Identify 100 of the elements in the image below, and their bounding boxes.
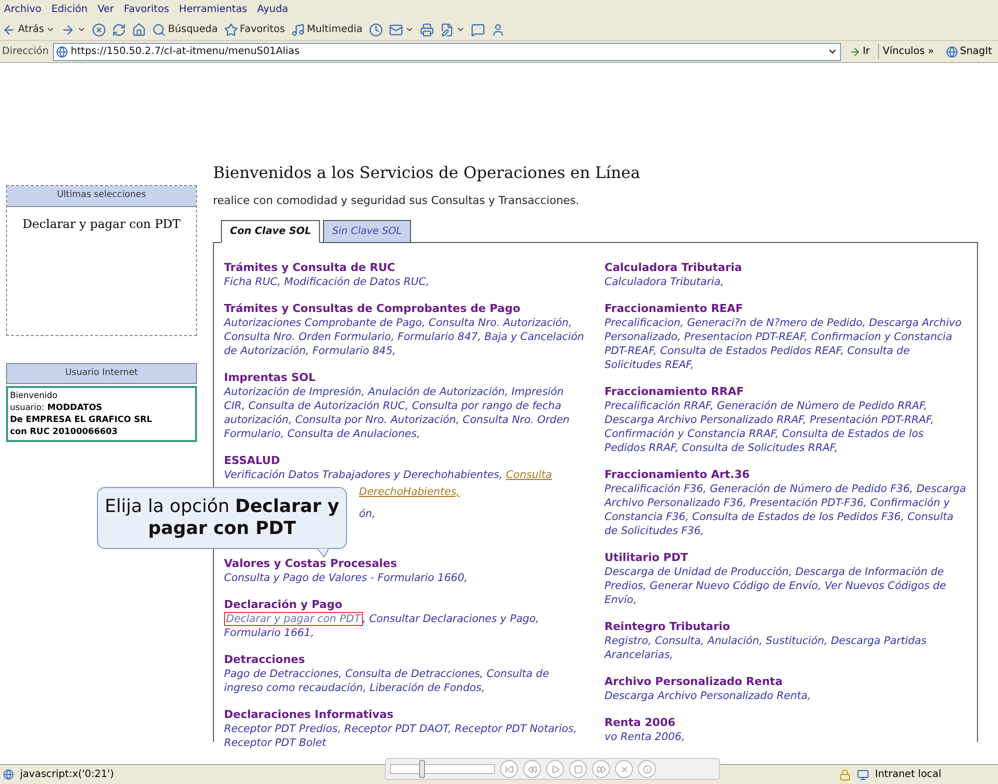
toolbar-button[interactable] xyxy=(470,22,485,36)
links-button[interactable]: Vínculos » xyxy=(878,44,938,59)
section-heading[interactable]: Valores y Costas Procesales xyxy=(224,556,397,570)
toolbar-button[interactable]: Favoritos xyxy=(224,22,285,37)
menu-item[interactable]: Ayuda xyxy=(257,2,288,17)
section-heading[interactable]: Declaración y Pago xyxy=(224,598,342,612)
toolbar-button[interactable] xyxy=(388,22,414,36)
section-heading[interactable]: Fraccionamiento RRAF xyxy=(604,384,744,398)
player-button[interactable] xyxy=(592,760,610,778)
caret-icon xyxy=(46,25,56,34)
link-list[interactable]: Calculadora Tributaria, xyxy=(604,274,967,288)
zone-text: Intranet local xyxy=(875,768,942,782)
player-button[interactable] xyxy=(638,760,656,778)
section-heading[interactable]: Imprentas SOL xyxy=(224,370,316,384)
search-icon xyxy=(152,22,166,36)
link-list[interactable]: ón, xyxy=(359,506,376,520)
section-heading[interactable]: Reintegro Tributario xyxy=(604,620,730,634)
menu-item[interactable]: Favoritos xyxy=(124,2,170,17)
user-panel-header: Usuario Internet xyxy=(6,362,197,384)
user-info-line: De EMPRESA EL GRAFICO SRL xyxy=(10,414,152,426)
toolbar-button[interactable] xyxy=(92,22,106,36)
panel-header: Ultimas selecciones xyxy=(7,186,196,206)
page-icon xyxy=(3,769,14,780)
toolbar-button[interactable] xyxy=(132,22,146,36)
toolbar-button[interactable] xyxy=(112,22,126,36)
tab[interactable]: Con Clave SOL xyxy=(221,220,320,242)
link-list[interactable]: Pago de Detracciones, Consulta de Detracciones, Consulta de ingreso como recaudación, Liberación de Fondos, xyxy=(224,666,586,694)
link-list[interactable]: Registro, Consulta, Anulación, Sustitución, Descarga Partidas Arancelarias, xyxy=(604,634,967,662)
link-list[interactable]: Precalificación F36, Generación de Número de Pedido F36, Descarga Archivo Personalizado F36, Presentación PDT-F36, Confirmación y Constancia F36, Consulta de Estados de los Pedidos F36, Consulta de Solicitudes F36, xyxy=(604,482,967,538)
speech-bubble-icon xyxy=(470,22,485,36)
document-edit-icon xyxy=(440,22,454,36)
toolbar-button[interactable] xyxy=(440,22,465,36)
menu-item[interactable]: Ver xyxy=(98,2,114,17)
link-list[interactable]: Receptor PDT Predios, Receptor PDT DAOT, Receptor PDT Notarios, Receptor PDT Bolet xyxy=(224,722,586,750)
player-button[interactable] xyxy=(546,760,564,778)
music-note-icon xyxy=(290,22,305,36)
recent-item[interactable]: Declarar y pagar con PDT xyxy=(15,214,188,232)
slider-thumb[interactable] xyxy=(418,760,425,778)
link[interactable]: DerechoHabientes, xyxy=(359,484,460,498)
snagit-button[interactable]: SnagIt xyxy=(942,44,996,59)
address-label: Dirección xyxy=(2,45,49,59)
link-list[interactable]: Declarar y pagar con PDT , Consultar Declaraciones y Pago, Formulario 1661, xyxy=(224,612,586,640)
menu-item[interactable]: Herramientas xyxy=(179,2,248,17)
info-icon xyxy=(642,764,652,774)
caret-icon xyxy=(456,25,465,34)
link-list[interactable]: Descarga de Unidad de Producción, Descarga de Información de Predios, Generar Nuevo Código de Envío, Ver Nuevos Códigos de Envío, xyxy=(604,564,967,606)
player-button[interactable] xyxy=(523,760,541,778)
link-list[interactable]: Descarga Archivo Personalizado Renta, xyxy=(604,688,967,702)
section-heading[interactable]: Trámites y Consulta de RUC xyxy=(224,260,396,274)
menu-item[interactable]: Edición xyxy=(51,2,88,17)
stop-icon xyxy=(574,764,582,774)
section-heading[interactable]: Utilitario PDT xyxy=(604,550,688,564)
highlighted-link[interactable]: Declarar y pagar con PDT xyxy=(224,612,363,626)
clock-icon xyxy=(368,22,383,36)
toolbar-button[interactable] xyxy=(61,22,86,36)
player-button[interactable] xyxy=(500,760,518,778)
page-icon xyxy=(56,46,68,58)
user-info-line: con RUC 20100066603 xyxy=(10,426,118,438)
section-heading[interactable]: Renta 2006 xyxy=(604,716,676,730)
link-list[interactable]: Precalificacion, Generaci?n de N?mero de Pedido, Descarga Archivo Personalizado, Presentacion PDT-REAF, Confirmacion y Constancia PDT-REAF, Consulta de Estados Pedidos REAF, Consulta de Solicitudes REAF, xyxy=(604,316,967,372)
player-button[interactable] xyxy=(569,760,587,778)
page-title: Bienvenidos a los Servicios de Operaciones en Línea xyxy=(213,162,642,184)
url-text: https://150.50.2.7/cl-at-itmenu/menuS01Alias xyxy=(70,45,300,59)
section-heading[interactable]: Declaraciones Informativas xyxy=(224,708,394,722)
fast-forward-icon xyxy=(596,764,606,774)
toolbar-button[interactable]: Atrás xyxy=(2,22,56,37)
section-heading[interactable]: Trámites y Consultas de Comprobantes de Pago xyxy=(224,302,520,316)
toolbar-button[interactable]: Búsqueda xyxy=(152,22,218,37)
printer-icon xyxy=(420,22,434,36)
stop-icon xyxy=(92,22,106,36)
section-heading[interactable]: Detracciones xyxy=(224,652,305,666)
link[interactable]: Consulta xyxy=(506,468,552,480)
refresh-icon xyxy=(112,22,126,36)
section-heading[interactable]: ESSALUD xyxy=(224,454,280,468)
toolbar-button[interactable]: Multimedia xyxy=(290,22,363,37)
section-heading[interactable]: Fraccionamiento REAF xyxy=(604,302,743,316)
section-heading[interactable]: Fraccionamiento Art.36 xyxy=(604,468,750,482)
lock-icon xyxy=(839,768,851,780)
tab[interactable]: Sin Clave SOL xyxy=(323,220,411,242)
link-list[interactable]: vo Renta 2006, xyxy=(604,730,967,744)
go-button[interactable]: Ir xyxy=(844,44,874,59)
rewind-icon xyxy=(528,764,536,774)
section-heading[interactable]: Archivo Personalizado Renta xyxy=(604,674,782,688)
link-list[interactable]: Ficha RUC, Modificación de Datos RUC, xyxy=(224,274,586,288)
menu-item[interactable]: Archivo xyxy=(4,2,42,17)
globe-icon xyxy=(946,46,958,58)
link-list[interactable]: Verificación Datos Trabajadores y Derechohabientes, Consulta xyxy=(224,468,586,482)
address-field[interactable]: https://150.50.2.7/cl-at-itmenu/menuS01Alias xyxy=(52,42,841,60)
toolbar-button[interactable] xyxy=(368,22,383,36)
user-info-line: Bienvenido xyxy=(10,390,58,402)
toolbar-button[interactable] xyxy=(420,22,434,36)
section-heading[interactable]: Calculadora Tributaria xyxy=(604,260,742,274)
link-list[interactable]: Precalificación RRAF, Generación de Número de Pedido RRAF, Descarga Archivo Personalizado RRAF, Presentación PDT-RRAF, Confirmación y Constancia RRAF, Consulta de Estados de los Pedidos RRAF, Consulta de Solicitudes RRAF, xyxy=(604,398,967,454)
mail-icon xyxy=(388,22,403,36)
page-subtitle: realice con comodidad y seguridad sus Consultas y Transacciones. xyxy=(213,193,580,209)
toolbar-button[interactable] xyxy=(490,22,505,36)
link-list[interactable]: Autorización de Impresión, Anulación de Autorización, Impresión CIR, Consulta de Autorización RUC, Consulta por rango de fecha autorización, Consulta por Nro. Autorización, Consulta Nro. Orden Formulario, Consulta de Anulaciones, xyxy=(224,384,586,440)
link-list[interactable]: Autorizaciones Comprobante de Pago, Consulta Nro. Autorización, Consulta Nro. Orden Formulario, Formulario 847, Baja y Cancelación de Autorización, Formulario 845, xyxy=(224,316,586,358)
caret-icon xyxy=(77,25,86,34)
link-list[interactable]: Consulta y Pago de Valores - Formulario 1660, xyxy=(224,570,586,584)
